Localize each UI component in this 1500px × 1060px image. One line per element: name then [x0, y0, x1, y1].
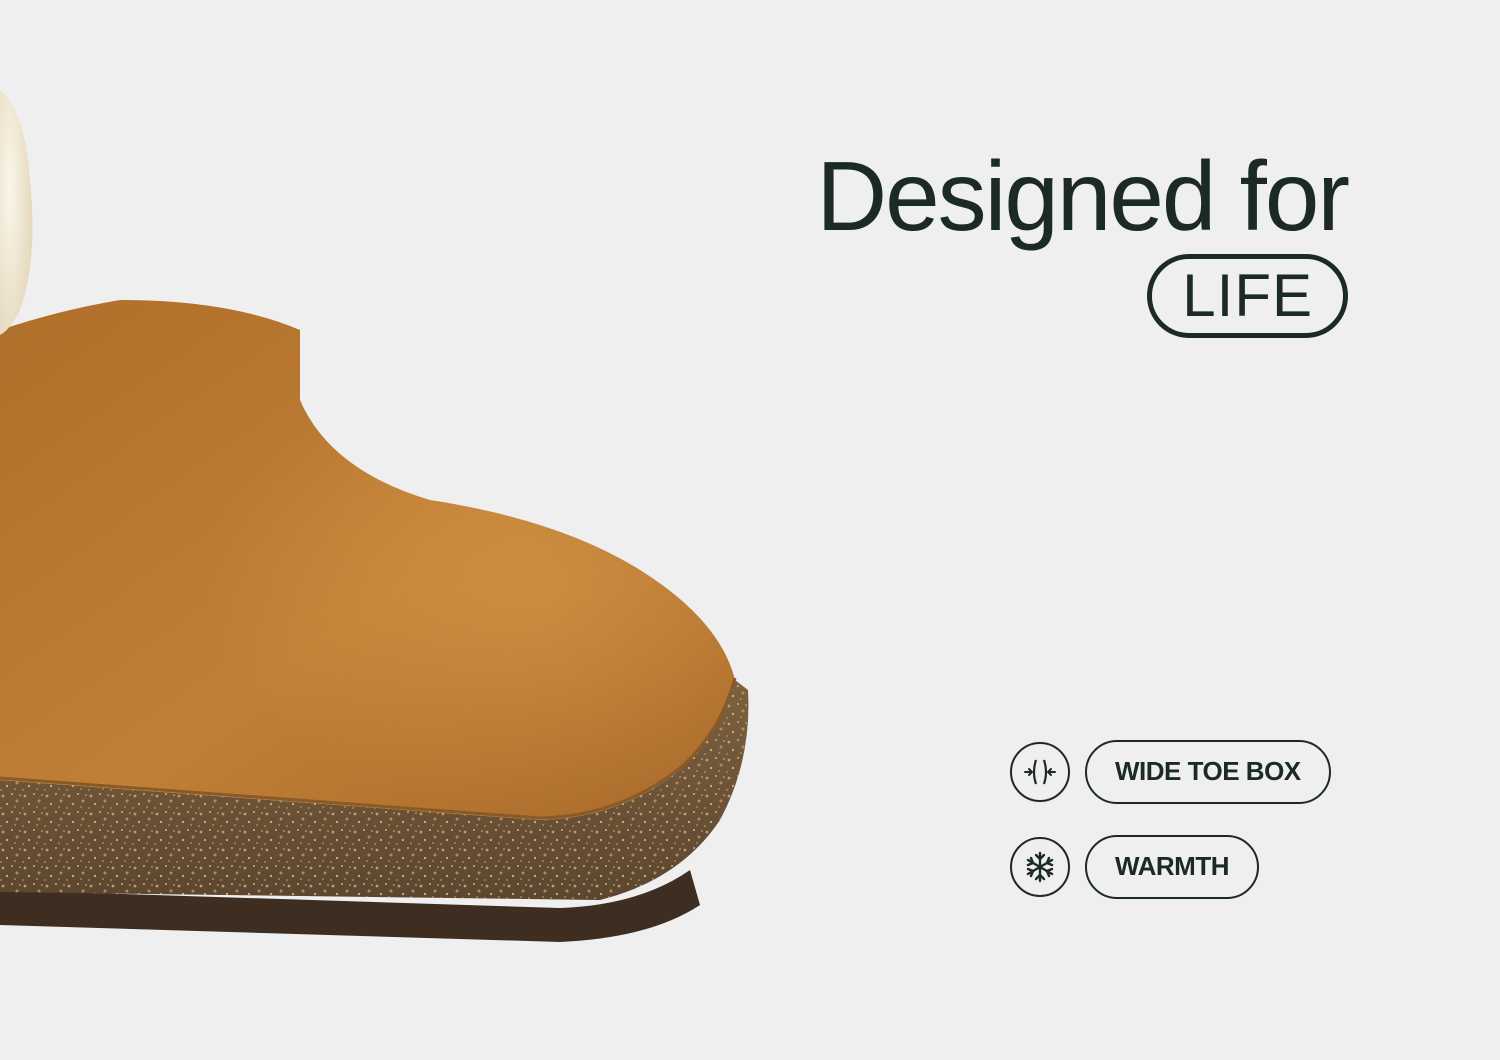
feature-label: WIDE TOE BOX — [1085, 740, 1331, 804]
headline: Designed for LIFE — [816, 141, 1350, 338]
headline-pill-badge: LIFE — [1147, 254, 1348, 338]
feature-list: WIDE TOE BOX WARMTH — [1010, 740, 1331, 930]
wide-toe-box-icon — [1010, 742, 1070, 802]
snowflake-icon — [1010, 837, 1070, 897]
feature-item-wide-toe-box: WIDE TOE BOX — [1010, 740, 1331, 804]
feature-item-warmth: WARMTH — [1010, 835, 1331, 899]
headline-title: Designed for — [816, 141, 1350, 251]
feature-label: WARMTH — [1085, 835, 1259, 899]
hero-banner: Designed for LIFE WIDE TOE BOX WARMTH — [0, 0, 1500, 1060]
